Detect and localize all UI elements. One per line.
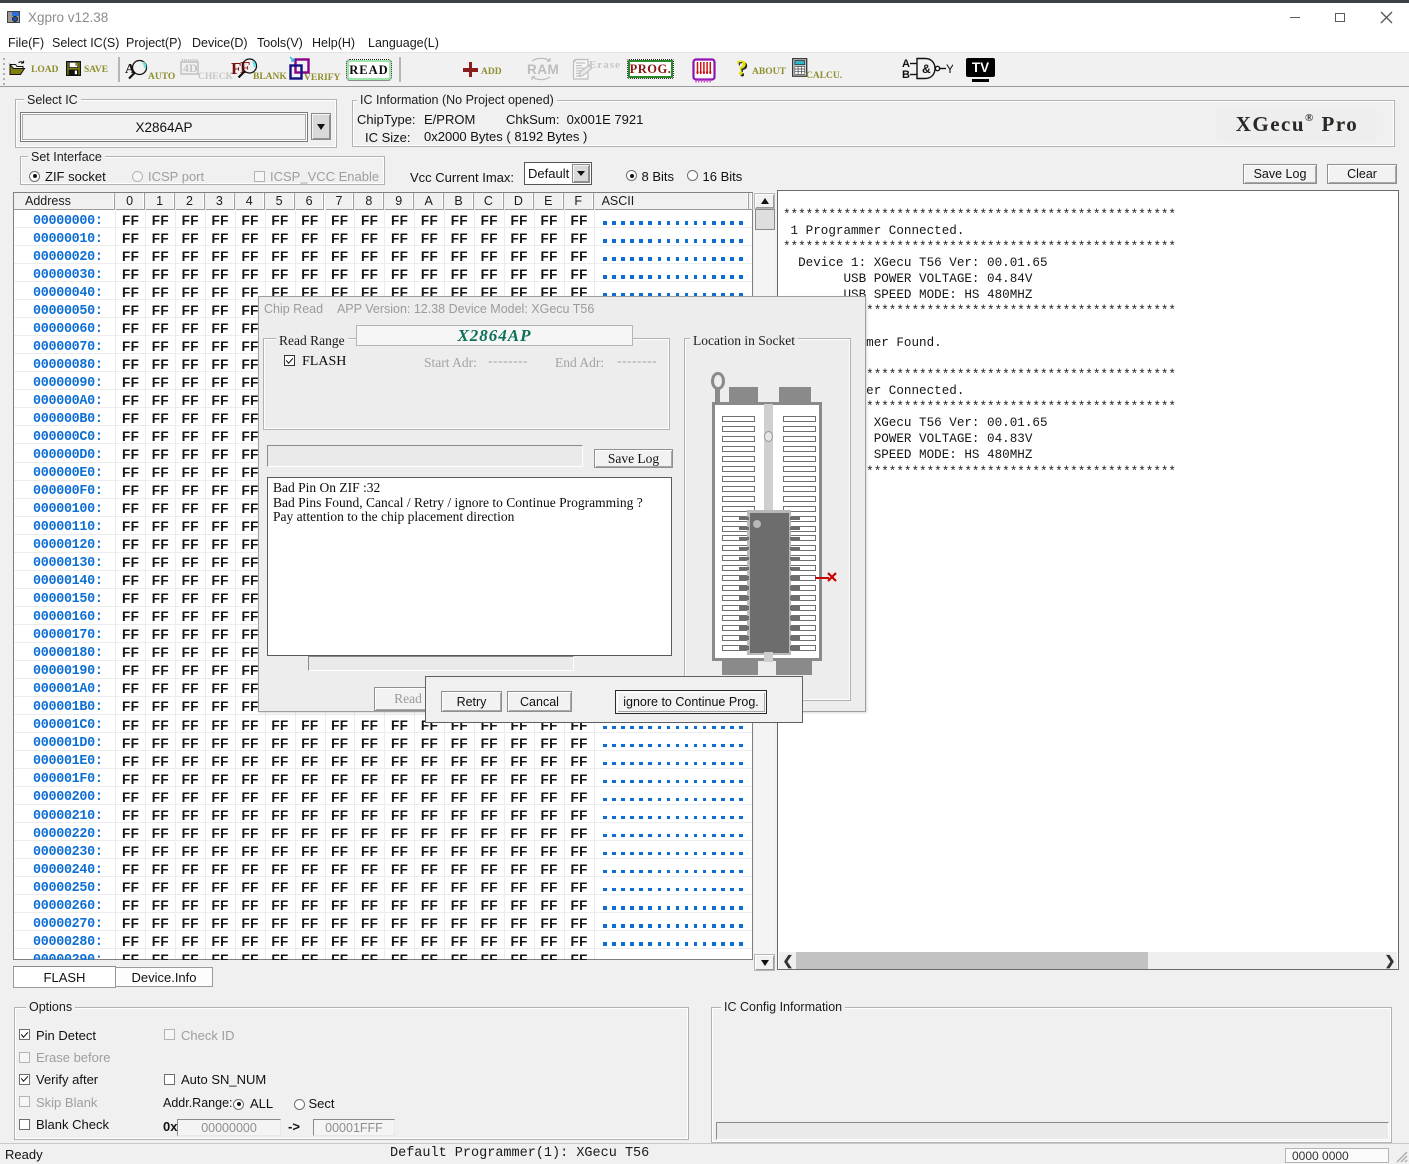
svg-text:RAM: RAM <box>527 62 558 77</box>
svg-text:Y: Y <box>946 62 953 76</box>
svg-text:&: & <box>922 62 931 76</box>
svg-text:B: B <box>902 69 910 81</box>
svg-text:4D: 4D <box>183 61 198 75</box>
svg-text:A: A <box>125 62 136 77</box>
